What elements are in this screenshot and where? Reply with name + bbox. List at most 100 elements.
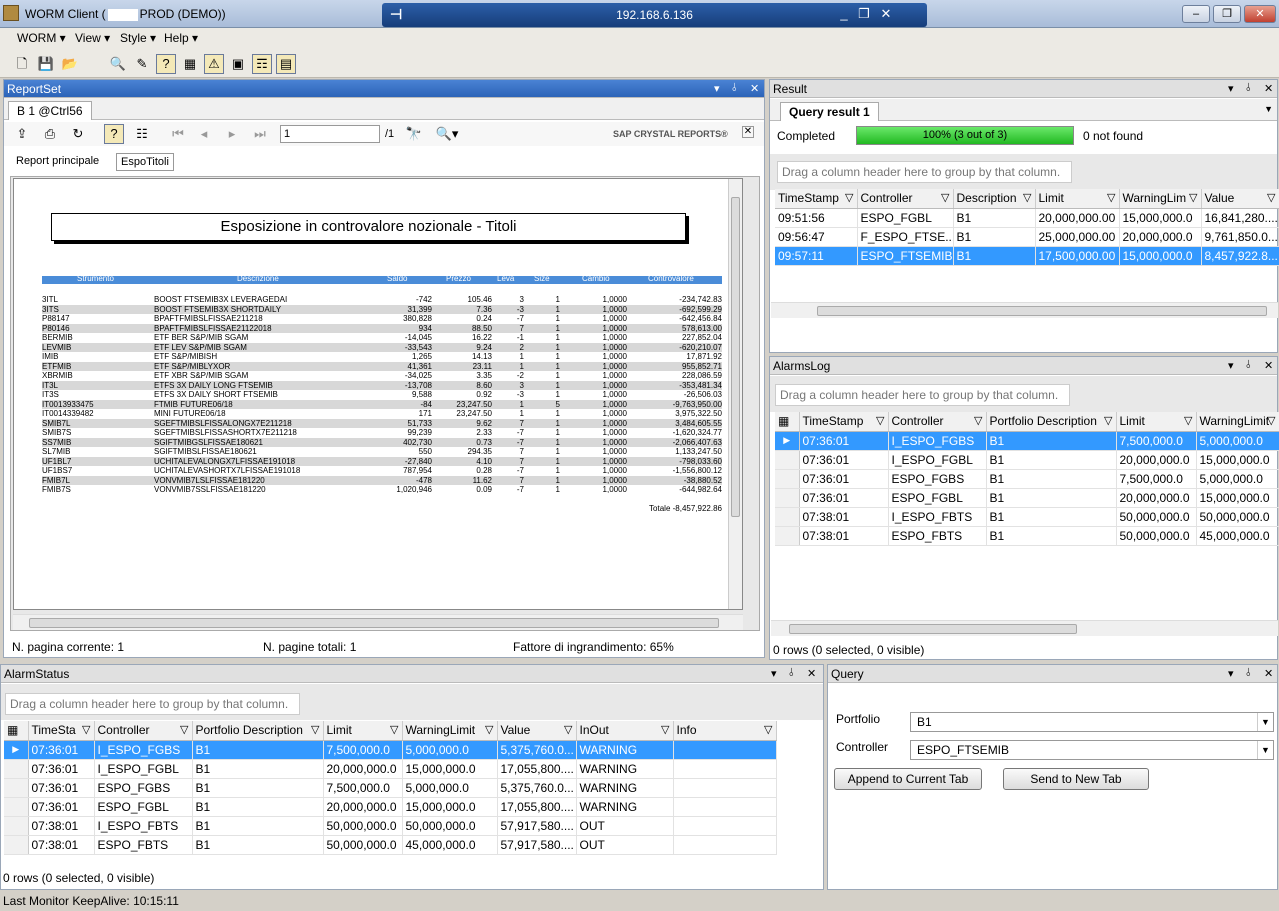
filter-icon[interactable]: ▽ (1267, 191, 1275, 204)
table-cell[interactable]: F_ESPO_FTSE... (857, 227, 954, 247)
table-cell[interactable]: ESPO_FTSEMIB (857, 246, 954, 266)
column-header[interactable]: Limit ▽ (323, 721, 403, 741)
first-page-icon[interactable]: ⏮ (168, 124, 188, 144)
table-cell[interactable] (673, 759, 777, 779)
table-cell[interactable]: 5,000,000.0 (1196, 431, 1279, 451)
pin-icon[interactable]: ⫰ (1246, 667, 1251, 680)
table-cell[interactable]: B1 (192, 797, 324, 817)
table-cell[interactable]: 17,055,800.... (497, 759, 577, 779)
table-cell[interactable]: 07:36:01 (799, 469, 889, 489)
table-cell[interactable]: 57,917,580.... (497, 835, 577, 855)
filter-icon[interactable]: ▽ (180, 723, 188, 736)
menu-view[interactable]: View ▾ (75, 31, 110, 45)
table-cell[interactable]: 5,375,760.0... (497, 740, 577, 760)
table-row[interactable]: 07:38:01 I_ESPO_FBTS B1 50,000,000.0 50,000,… (775, 507, 1279, 527)
pin-icon[interactable]: ⫰ (732, 82, 737, 95)
table-cell[interactable]: WARNING (576, 759, 674, 779)
table-cell[interactable]: 07:38:01 (28, 816, 95, 836)
save-icon[interactable]: 💾 (36, 54, 56, 74)
filter-icon[interactable]: ▽ (764, 723, 772, 736)
table-cell[interactable]: I_ESPO_FGBL (888, 450, 987, 470)
table-cell[interactable]: 17,500,000.00 (1035, 246, 1120, 266)
table-cell[interactable]: OUT (576, 835, 674, 855)
dropdown-icon[interactable]: ▾ (771, 667, 777, 680)
table-cell[interactable] (673, 797, 777, 817)
print-icon[interactable]: ⎙ (40, 124, 60, 144)
table-cell[interactable]: ESPO_FGBL (94, 797, 193, 817)
table-cell[interactable]: B1 (986, 526, 1117, 546)
column-header[interactable]: Description ▽ (953, 189, 1036, 209)
filter-icon[interactable]: ▽ (1184, 414, 1192, 427)
table-cell[interactable]: ESPO_FBTS (94, 835, 193, 855)
column-header[interactable]: InOut ▽ (576, 721, 674, 741)
send-to-new-tab-button[interactable]: Send to New Tab (1003, 768, 1149, 790)
export-icon[interactable]: ⇪ (12, 124, 32, 144)
table-cell[interactable]: B1 (192, 778, 324, 798)
table-cell[interactable]: 15,000,000.0 (1119, 246, 1202, 266)
table-cell[interactable]: 50,000,000.0 (1196, 507, 1279, 527)
column-header[interactable]: Limit ▽ (1116, 412, 1197, 432)
table-row[interactable]: 07:36:01 ESPO_FGBL B1 20,000,000.0 15,000,00… (4, 797, 777, 817)
table-cell[interactable]: 9,761,850.0... (1201, 227, 1279, 247)
table-cell[interactable] (673, 835, 777, 855)
table-cell[interactable]: 07:38:01 (799, 507, 889, 527)
pin-icon[interactable]: ⫰ (789, 667, 794, 680)
filter-icon[interactable]: ▽ (1107, 191, 1115, 204)
table-row[interactable]: 07:36:01 I_ESPO_FGBL B1 20,000,000.0 15,000,… (4, 759, 777, 779)
next-page-icon[interactable]: ▸ (222, 124, 242, 144)
dropdown-icon[interactable]: ▾ (714, 82, 720, 95)
table-cell[interactable]: 8,457,922.8... (1201, 246, 1279, 266)
table-cell[interactable]: 07:36:01 (799, 488, 889, 508)
table-cell[interactable]: 5,000,000.0 (1196, 469, 1279, 489)
table-row[interactable]: 07:36:01 ESPO_FGBS B1 7,500,000.0 5,000,000.… (4, 778, 777, 798)
table-cell[interactable]: 07:36:01 (799, 431, 889, 451)
find-icon[interactable]: 🔭 (404, 124, 424, 144)
column-header[interactable]: Controller ▽ (94, 721, 193, 741)
table-cell[interactable]: 09:51:56 (775, 208, 858, 228)
menu-style[interactable]: Style ▾ (120, 31, 156, 45)
table-cell[interactable]: 20,000,000.0 (1119, 227, 1202, 247)
maximize-button[interactable]: ❐ (1213, 5, 1241, 23)
table-cell[interactable]: 50,000,000.0 (323, 816, 403, 836)
restore-icon[interactable]: ❐ (855, 6, 873, 22)
grid-icon[interactable]: ▦ (180, 54, 200, 74)
scroll-thumb[interactable] (817, 306, 1267, 316)
table-cell[interactable]: 07:36:01 (28, 740, 95, 760)
dropdown-icon[interactable]: ▾ (1228, 82, 1234, 95)
table-cell[interactable]: B1 (986, 450, 1117, 470)
scroll-thumb[interactable] (29, 618, 719, 628)
table-cell[interactable]: 20,000,000.00 (1035, 208, 1120, 228)
table-cell[interactable]: 7,500,000.0 (323, 740, 403, 760)
table-cell[interactable]: WARNING (576, 797, 674, 817)
table-cell[interactable]: 50,000,000.0 (323, 835, 403, 855)
filter-icon[interactable]: ▽ (1023, 191, 1031, 204)
column-header[interactable]: Portfolio Description ▽ (986, 412, 1117, 432)
table-cell[interactable]: B1 (953, 246, 1036, 266)
table-cell[interactable]: ESPO_FGBL (857, 208, 954, 228)
column-header[interactable]: TimeSta ▽ (28, 721, 95, 741)
alarmslog-hscroll[interactable] (771, 620, 1278, 636)
filter-icon[interactable]: ▽ (1267, 414, 1275, 427)
close-icon[interactable]: ✕ (750, 82, 759, 95)
menu-worm[interactable]: WORM ▾ (17, 31, 66, 45)
table-cell[interactable]: B1 (953, 227, 1036, 247)
column-header[interactable]: Value ▽ (1201, 189, 1279, 209)
column-header[interactable]: Value ▽ (497, 721, 577, 741)
status-icon[interactable]: ▣ (228, 54, 248, 74)
table-row[interactable]: 09:57:11 ESPO_FTSEMIB B1 17,500,000.00 15,00… (775, 246, 1279, 266)
table-row[interactable]: ▶ 07:36:01 I_ESPO_FGBS B1 7,500,000.0 5,000,0… (4, 740, 777, 760)
report-vscroll[interactable] (728, 179, 742, 609)
table-cell[interactable]: B1 (986, 431, 1117, 451)
table-row[interactable]: 07:38:01 ESPO_FBTS B1 50,000,000.0 45,000,00… (775, 526, 1279, 546)
last-page-icon[interactable]: ⏭ (250, 124, 270, 144)
column-header[interactable]: Controller ▽ (857, 189, 954, 209)
column-header[interactable]: TimeStamp ▽ (775, 189, 858, 209)
table-row[interactable]: 09:51:56 ESPO_FGBL B1 20,000,000.00 15,000,0… (775, 208, 1279, 228)
log-icon[interactable]: ☶ (252, 54, 272, 74)
close-icon[interactable]: ✕ (877, 6, 895, 22)
table-cell[interactable]: 16,841,280.... (1201, 208, 1279, 228)
table-cell[interactable]: I_ESPO_FGBS (888, 431, 987, 451)
table-cell[interactable]: 07:36:01 (28, 778, 95, 798)
filter-icon[interactable]: ▽ (1189, 191, 1197, 204)
pin-icon[interactable]: ⫰ (1246, 359, 1251, 372)
